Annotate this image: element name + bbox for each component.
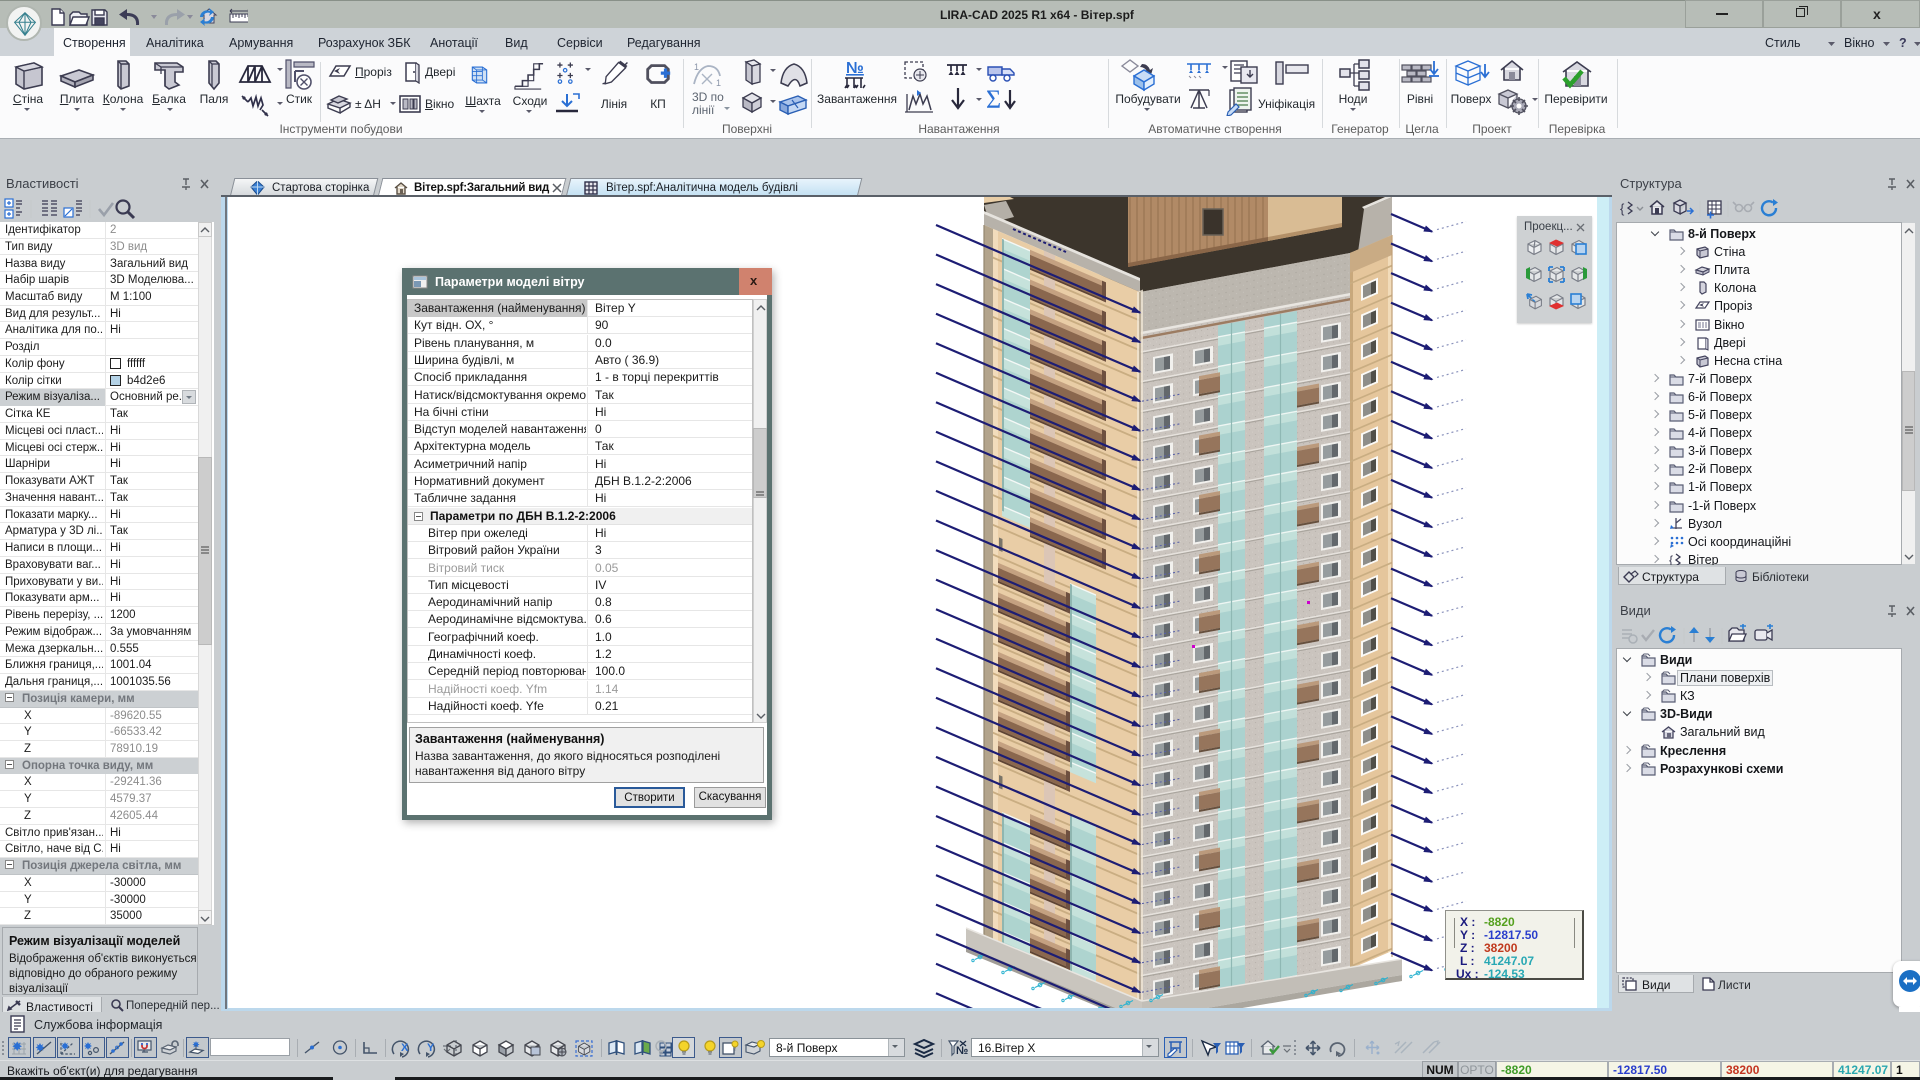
svg-text:{: {: [1620, 201, 1625, 216]
svg-text:X: X: [401, 1042, 409, 1054]
svg-text:1: 1: [716, 78, 721, 88]
svg-text:№: №: [956, 1045, 968, 1057]
svg-text:Σ: Σ: [986, 86, 1001, 114]
svg-text:Y: Y: [427, 1042, 435, 1054]
svg-text:№: №: [846, 60, 864, 77]
svg-text:1: 1: [694, 62, 699, 72]
svg-text:{: {: [1669, 553, 1673, 565]
